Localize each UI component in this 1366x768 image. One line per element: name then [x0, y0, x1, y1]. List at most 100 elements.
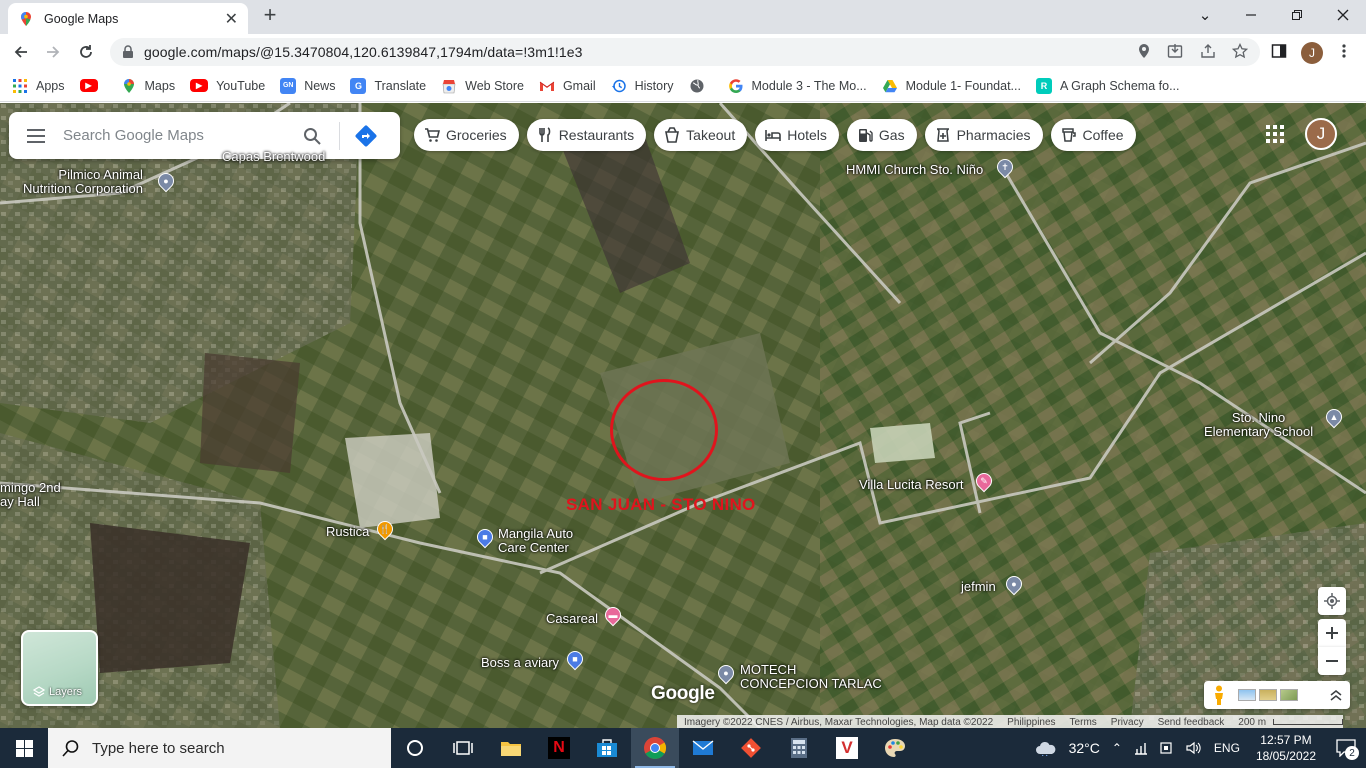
zoom-in-button[interactable]: [1318, 619, 1346, 647]
input-language[interactable]: ENG: [1214, 741, 1240, 755]
taskbar-search-input[interactable]: [92, 739, 372, 757]
bookmark-history[interactable]: History: [611, 78, 674, 94]
place-label-sto-nino-school[interactable]: Sto. Nino Elementary School: [1204, 411, 1313, 439]
imagery-thumbnail-sand[interactable]: [1259, 689, 1277, 701]
bookmark-translate[interactable]: G Translate: [350, 77, 426, 94]
bookmark-maps[interactable]: Maps: [121, 78, 175, 94]
restore-button[interactable]: [1274, 0, 1320, 30]
place-label-hmmi[interactable]: HMMI Church Sto. Niño: [846, 163, 983, 177]
place-label-casareal[interactable]: Casareal: [546, 612, 598, 626]
battery-icon[interactable]: [1160, 742, 1174, 754]
bookmark-globe[interactable]: [689, 78, 713, 94]
chrome-profile-avatar[interactable]: J: [1301, 42, 1323, 64]
weather-cloud-icon[interactable]: [1035, 740, 1057, 756]
chip-takeout[interactable]: Takeout: [654, 119, 748, 151]
bookmark-star-icon[interactable]: [1231, 42, 1249, 60]
reload-button[interactable]: [73, 40, 99, 64]
zoom-out-button[interactable]: [1318, 647, 1346, 675]
imagery-thumbnail-terrain[interactable]: [1280, 689, 1298, 701]
file-explorer-button[interactable]: [487, 728, 535, 768]
place-label-jefmin[interactable]: jefmin: [961, 580, 996, 594]
bookmark-youtube-1[interactable]: ▶: [79, 79, 106, 92]
tab-google-maps[interactable]: Google Maps ✕: [8, 3, 248, 34]
taskbar-clock[interactable]: 12:57 PM 18/05/2022: [1256, 732, 1316, 764]
show-hidden-icons-chevron-icon[interactable]: ⌃: [1112, 741, 1122, 755]
scale-label[interactable]: 200 m: [1231, 717, 1273, 728]
git-app-button[interactable]: [727, 728, 775, 768]
tab-search-chevron-icon[interactable]: ⌄: [1182, 0, 1228, 30]
google-apps-icon[interactable]: [1265, 124, 1285, 144]
mail-button[interactable]: [679, 728, 727, 768]
chip-pharmacies[interactable]: Pharmacies: [924, 119, 1043, 151]
search-button[interactable]: [293, 127, 331, 145]
bookmark-gmail[interactable]: Gmail: [539, 78, 596, 94]
layers-button[interactable]: Layers: [21, 630, 98, 706]
chip-hotels[interactable]: Hotels: [755, 119, 839, 151]
forward-button[interactable]: [40, 40, 66, 64]
calculator-icon: [791, 738, 807, 758]
bookmark-apps[interactable]: Apps: [12, 78, 65, 94]
action-center-button[interactable]: 2: [1326, 728, 1366, 768]
task-view-button[interactable]: [439, 728, 487, 768]
chrome-menu-icon[interactable]: [1335, 42, 1353, 60]
place-label-rustica[interactable]: Rustica: [326, 525, 369, 539]
close-window-button[interactable]: [1320, 0, 1366, 30]
place-icon: ●: [723, 668, 729, 678]
bookmark-module-1[interactable]: Module 1- Foundat...: [882, 78, 1021, 94]
chip-gas[interactable]: Gas: [846, 119, 917, 151]
chip-coffee[interactable]: Coffee: [1050, 119, 1136, 151]
cortana-button[interactable]: [391, 728, 439, 768]
place-label-capas[interactable]: Capas Brentwood: [222, 150, 325, 164]
chip-groceries[interactable]: Groceries: [414, 119, 519, 151]
bookmark-web-store[interactable]: Web Store: [441, 78, 524, 94]
share-icon[interactable]: [1199, 42, 1217, 60]
send-feedback-link[interactable]: Send feedback: [1151, 717, 1232, 728]
satellite-map[interactable]: Groceries Restaurants Takeout Hotels Gas…: [0, 103, 1366, 728]
bookmark-youtube[interactable]: ▶ YouTube: [190, 79, 265, 93]
side-panel-icon[interactable]: [1270, 42, 1288, 60]
weather-temperature[interactable]: 32°C: [1069, 740, 1100, 756]
address-bar[interactable]: google.com/maps/@15.3470804,120.6139847,…: [110, 38, 1260, 66]
new-tab-button[interactable]: +: [258, 4, 282, 28]
country-link[interactable]: Philippines: [1000, 717, 1062, 728]
volume-icon[interactable]: [1186, 741, 1202, 755]
place-label-motech[interactable]: MOTECH CONCEPCION TARLAC: [740, 663, 882, 691]
maps-menu-button[interactable]: [9, 128, 63, 143]
netflix-button[interactable]: N: [535, 728, 583, 768]
resort-icon: ✎: [980, 476, 988, 486]
place-label-boss-aviary[interactable]: Boss a aviary: [481, 656, 559, 670]
chip-label: Pharmacies: [956, 127, 1031, 143]
calculator-button[interactable]: [775, 728, 823, 768]
place-label-villa-lucita[interactable]: Villa Lucita Resort: [859, 478, 964, 492]
place-label-pilmico[interactable]: Pilmico Animal Nutrition Corporation: [23, 168, 143, 196]
v-app-button[interactable]: V: [823, 728, 871, 768]
back-button[interactable]: [8, 40, 34, 64]
category-chips: Groceries Restaurants Takeout Hotels Gas…: [414, 119, 1144, 151]
bookmark-graph-schema[interactable]: R A Graph Schema fo...: [1035, 77, 1180, 94]
bookmark-news[interactable]: GN News: [280, 77, 335, 94]
place-label-hall[interactable]: mingo 2nd ay Hall: [0, 481, 61, 509]
my-location-button[interactable]: [1318, 587, 1346, 615]
pegman-icon[interactable]: [1212, 685, 1226, 705]
minimize-button[interactable]: [1228, 0, 1274, 30]
tab-close-icon[interactable]: ✕: [225, 9, 238, 29]
google-account-avatar[interactable]: J: [1305, 118, 1337, 150]
paint-button[interactable]: [871, 728, 919, 768]
taskbar-search[interactable]: [48, 728, 391, 768]
location-pin-icon[interactable]: [1135, 42, 1153, 60]
privacy-link[interactable]: Privacy: [1104, 717, 1151, 728]
expand-up-icon[interactable]: [1330, 689, 1342, 701]
chip-label: Restaurants: [558, 127, 635, 143]
maps-search-input[interactable]: [63, 127, 293, 144]
place-label-mangila[interactable]: Mangila Auto Care Center: [498, 527, 573, 555]
start-button[interactable]: [0, 728, 48, 768]
chip-restaurants[interactable]: Restaurants: [526, 119, 647, 151]
store-app-button[interactable]: [583, 728, 631, 768]
imagery-thumbnail-sky[interactable]: [1238, 689, 1256, 701]
chrome-taskbar-button[interactable]: [631, 728, 679, 768]
install-app-icon[interactable]: [1166, 42, 1184, 60]
network-icon[interactable]: [1134, 741, 1148, 755]
terms-link[interactable]: Terms: [1063, 717, 1104, 728]
bookmark-module-3[interactable]: Module 3 - The Mo...: [728, 78, 867, 94]
directions-button[interactable]: [348, 124, 384, 148]
